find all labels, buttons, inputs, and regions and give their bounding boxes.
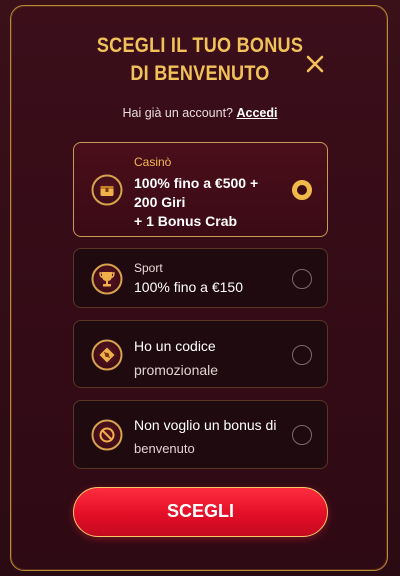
bonus-option-promo-code[interactable]: Ho un codice promozionale xyxy=(73,320,328,388)
radio-selected[interactable] xyxy=(292,180,312,200)
trophy-icon xyxy=(91,263,123,295)
login-prompt: Hai già un account? Accedi xyxy=(0,106,400,120)
option-category: Casinò xyxy=(134,155,172,169)
option-text-line: 100% fino a €150 xyxy=(134,279,243,295)
option-text-line: 100% fino a €500 + xyxy=(134,175,259,191)
option-text: 100% fino a €500 + 200 Giri + 1 Bonus Cr… xyxy=(134,174,258,231)
login-link[interactable]: Accedi xyxy=(236,106,277,120)
option-text-line: promozionale xyxy=(134,362,219,378)
option-text-line: benvenuto xyxy=(134,441,195,456)
treasure-chest-icon xyxy=(91,174,123,206)
bonus-option-casino[interactable]: Casinò 100% fino a €500 + 200 Giri + 1 B… xyxy=(73,142,328,237)
login-prompt-text: Hai già un account? xyxy=(122,106,234,120)
option-text: Non voglio un bonus di benvenuto xyxy=(134,413,276,461)
option-text-line: + 1 Bonus Crab xyxy=(134,213,238,229)
radio-unselected[interactable] xyxy=(292,269,312,289)
bonus-option-no-bonus[interactable]: Non voglio un bonus di benvenuto xyxy=(73,400,328,469)
radio-unselected[interactable] xyxy=(292,425,312,445)
close-icon[interactable] xyxy=(303,52,327,76)
option-text-line: Non voglio un bonus di xyxy=(134,417,277,433)
option-text: Ho un codice promozionale xyxy=(134,334,218,382)
promo-code-icon xyxy=(91,339,123,371)
option-text-line: 200 Giri xyxy=(134,194,186,210)
no-bonus-icon xyxy=(91,419,123,451)
option-text-line: Ho un codice xyxy=(134,338,216,354)
choose-button[interactable]: SCEGLI xyxy=(73,487,328,537)
option-text: 100% fino a €150 xyxy=(134,278,243,297)
radio-unselected[interactable] xyxy=(292,345,312,365)
option-category: Sport xyxy=(134,261,163,275)
bonus-option-sport[interactable]: Sport 100% fino a €150 xyxy=(73,248,328,308)
